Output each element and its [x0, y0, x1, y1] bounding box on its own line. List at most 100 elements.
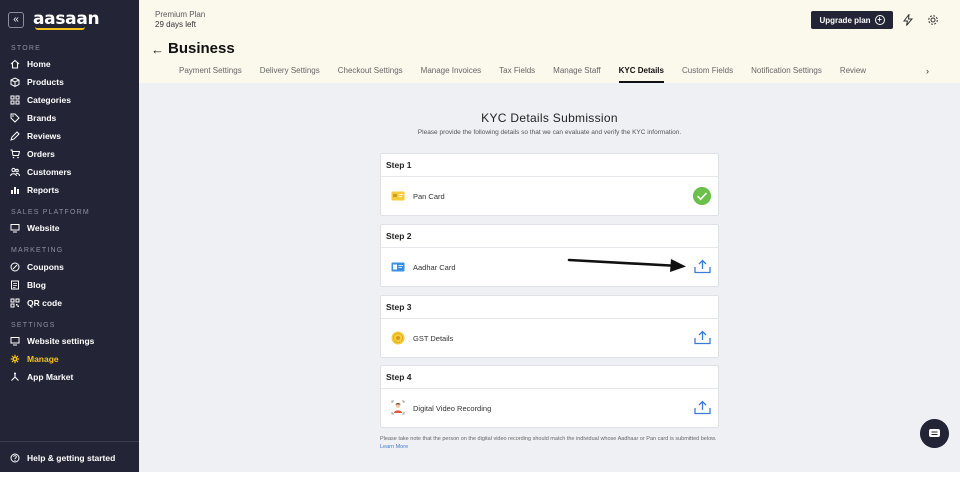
tab-delivery-settings[interactable]: Delivery Settings	[260, 66, 320, 83]
tab-manage-staff[interactable]: Manage Staff	[553, 66, 600, 83]
section-settings: SETTINGS	[11, 322, 56, 329]
monitor-icon	[10, 224, 20, 233]
annotation-arrow-icon	[567, 258, 686, 272]
sidebar-item-label: Website	[27, 223, 60, 233]
plus-circle-icon: +	[874, 15, 885, 25]
sidebar-item-reviews[interactable]: Reviews	[10, 129, 61, 143]
sidebar-item-label: Reviews	[27, 131, 62, 141]
document-icon	[11, 280, 19, 290]
sidebar-item-label: Help & getting started	[27, 453, 116, 463]
monitor-icon	[10, 337, 20, 346]
sidebar: « aasaan STORE Home Products Categories …	[0, 0, 139, 472]
tab-manage-invoices[interactable]: Manage Invoices	[421, 66, 481, 83]
upgrade-plan-label: Upgrade plan	[819, 15, 871, 25]
sidebar-item-orders[interactable]: Orders	[10, 147, 55, 161]
pen-icon	[10, 131, 20, 141]
step-heading: Step 2	[381, 225, 718, 248]
pan-card-icon	[391, 191, 405, 201]
sidebar-item-manage[interactable]: Manage	[10, 352, 59, 366]
sidebar-item-label: QR code	[27, 298, 62, 308]
learn-more-link[interactable]: Learn More	[380, 444, 408, 450]
qr-icon	[10, 298, 20, 308]
cart-icon	[10, 149, 20, 159]
step-heading: Step 3	[381, 296, 718, 319]
doc-label: Aadhar Card	[413, 263, 456, 272]
sidebar-item-coupons[interactable]: Coupons	[10, 260, 64, 274]
sidebar-item-label: Blog	[27, 280, 46, 290]
kyc-step-card: Step 4 Digital Video Recording	[380, 365, 719, 428]
help-icon	[10, 453, 20, 463]
kyc-doc-row[interactable]: Digital Video Recording	[381, 389, 718, 428]
sidebar-item-help[interactable]: Help & getting started	[10, 451, 115, 465]
top-header: Premium Plan 29 days left Upgrade plan +…	[139, 0, 960, 83]
sidebar-item-label: Manage	[27, 354, 59, 364]
kyc-note-text: Please take note that the person on the …	[380, 436, 717, 442]
gear-icon	[10, 354, 20, 364]
back-arrow-icon[interactable]: ←	[151, 42, 164, 57]
chat-icon[interactable]	[920, 419, 949, 448]
kyc-step-card: Step 1 Pan Card	[380, 153, 719, 216]
plan-name: Premium Plan	[155, 10, 206, 19]
kyc-doc-row[interactable]: GST Details	[381, 319, 718, 358]
sidebar-item-app-market[interactable]: App Market	[10, 370, 73, 384]
tab-tax-fields[interactable]: Tax Fields	[499, 66, 535, 83]
section-marketing: MARKETING	[11, 247, 64, 254]
sidebar-item-label: Reports	[27, 185, 60, 195]
logo[interactable]: aasaan	[33, 9, 100, 29]
sidebar-item-website-settings[interactable]: Website settings	[10, 334, 94, 348]
double-chevron-left-icon[interactable]: «	[8, 12, 24, 28]
tab-kyc-details[interactable]: KYC Details	[618, 66, 665, 83]
sidebar-item-label: Orders	[27, 149, 55, 159]
upload-icon[interactable]	[694, 330, 711, 345]
doc-label: GST Details	[413, 334, 454, 343]
kyc-step-card: Step 3 GST Details	[380, 295, 719, 358]
sidebar-item-label: Products	[27, 77, 64, 87]
kyc-subtitle: Please provide the following details so …	[417, 129, 682, 136]
sidebar-item-website[interactable]: Website	[10, 221, 59, 235]
coupon-icon	[10, 262, 20, 272]
plan-days-left: 29 days left	[155, 20, 196, 29]
tab-notification-settings[interactable]: Notification Settings	[751, 66, 822, 83]
chevron-right-icon[interactable]: ›	[926, 66, 929, 76]
sidebar-item-brands[interactable]: Brands	[10, 111, 56, 125]
kyc-doc-row[interactable]: Pan Card	[381, 177, 718, 216]
sidebar-item-label: Home	[27, 59, 51, 69]
apps-icon	[11, 372, 19, 381]
gst-badge-icon	[391, 331, 405, 345]
video-person-icon	[391, 400, 405, 415]
tab-payment-settings[interactable]: Payment Settings	[179, 66, 242, 83]
tab-custom-fields[interactable]: Custom Fields	[682, 66, 733, 83]
upload-icon[interactable]	[694, 259, 711, 274]
sidebar-item-label: Categories	[27, 95, 71, 105]
section-store: STORE	[11, 45, 41, 52]
tag-icon	[10, 113, 20, 123]
doc-label: Pan Card	[413, 192, 445, 201]
tab-review[interactable]: Review	[840, 66, 866, 83]
step-heading: Step 4	[381, 366, 718, 389]
page-title: Business	[168, 40, 235, 57]
sidebar-item-qr-code[interactable]: QR code	[10, 296, 62, 310]
settings-gear-icon[interactable]	[927, 14, 939, 26]
kyc-note: Please take note that the person on the …	[380, 435, 719, 451]
tab-checkout-settings[interactable]: Checkout Settings	[338, 66, 403, 83]
box-icon	[10, 77, 20, 87]
sidebar-item-home[interactable]: Home	[10, 57, 51, 71]
sidebar-item-reports[interactable]: Reports	[10, 183, 59, 197]
sidebar-item-products[interactable]: Products	[10, 75, 64, 89]
aadhar-card-icon	[391, 262, 405, 272]
kyc-title: KYC Details Submission	[481, 111, 618, 125]
sidebar-item-blog[interactable]: Blog	[10, 278, 46, 292]
doc-label: Digital Video Recording	[413, 404, 492, 413]
home-icon	[10, 59, 20, 69]
sidebar-item-label: Customers	[27, 167, 72, 177]
upgrade-plan-button[interactable]: Upgrade plan +	[811, 11, 893, 29]
sidebar-item-label: Website settings	[27, 336, 95, 346]
upload-icon[interactable]	[694, 400, 711, 415]
sidebar-item-customers[interactable]: Customers	[10, 165, 71, 179]
lightning-icon[interactable]	[902, 14, 914, 26]
sidebar-item-label: Coupons	[27, 262, 64, 272]
sidebar-item-categories[interactable]: Categories	[10, 93, 71, 107]
bar-chart-icon	[11, 187, 19, 194]
grid-icon	[10, 95, 20, 105]
check-circle-icon	[693, 187, 711, 205]
